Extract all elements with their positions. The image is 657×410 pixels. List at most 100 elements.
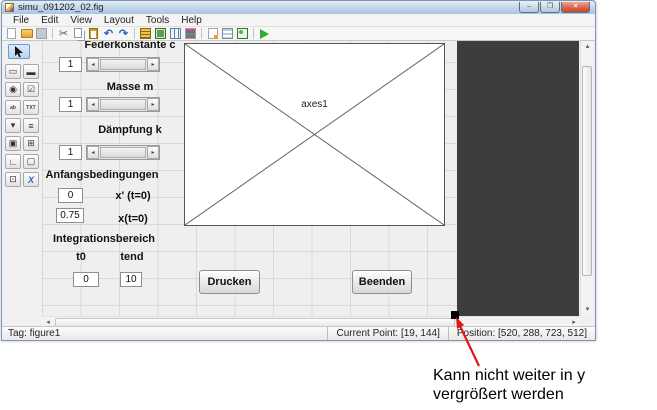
slider-thumb[interactable] — [100, 59, 146, 70]
figure-resize-handle[interactable] — [451, 311, 459, 319]
palette-radio-button-tool[interactable]: ◉ — [5, 82, 21, 97]
menu-view[interactable]: View — [64, 15, 98, 26]
palette-listbox-tool[interactable]: ≡ — [23, 118, 39, 133]
slider-right-arrow-icon[interactable]: ▸ — [147, 146, 159, 159]
slider-federkonstante[interactable]: ◂ ▸ — [86, 57, 160, 72]
palette-toggle-button-tool[interactable]: ▣ — [5, 136, 21, 151]
edit-t0[interactable] — [73, 272, 99, 287]
label-masse[interactable]: Masse m — [59, 81, 201, 93]
slider-right-arrow-icon[interactable]: ▸ — [147, 58, 159, 71]
maximize-button[interactable]: ❒ — [540, 2, 560, 13]
status-current-point: Current Point: [19, 144] — [327, 327, 447, 340]
vertical-scrollbar-thumb[interactable] — [582, 66, 592, 276]
slider-thumb[interactable] — [100, 99, 146, 110]
edit-xprime0[interactable] — [58, 188, 83, 203]
status-tag: Tag: figure1 — [2, 328, 327, 339]
redo-icon[interactable]: ↷ — [117, 28, 130, 40]
menu-help[interactable]: Help — [175, 15, 208, 26]
toolbar-separator — [253, 28, 254, 39]
edit-daempfung[interactable] — [59, 145, 82, 160]
scroll-up-icon[interactable]: ▴ — [581, 41, 594, 53]
button-group-icon: ⊡ — [9, 174, 17, 185]
slider-daempfung[interactable]: ◂ ▸ — [86, 145, 160, 160]
off-figure-area — [457, 41, 579, 316]
label-daempfung[interactable]: Dämpfung k — [59, 124, 201, 136]
menu-edit[interactable]: Edit — [35, 15, 64, 26]
scroll-down-icon[interactable]: ▾ — [581, 304, 594, 316]
label-x0[interactable]: x(t=0) — [108, 213, 158, 225]
beenden-button[interactable]: Beenden — [352, 270, 412, 294]
palette-button-group-tool[interactable]: ⊡ — [5, 172, 21, 187]
edit-federkonstante[interactable] — [59, 57, 82, 72]
menu-tools[interactable]: Tools — [140, 15, 175, 26]
label-federkonstante[interactable]: Federkonstante c — [59, 41, 201, 51]
palette-panel-tool[interactable]: ▢ — [23, 154, 39, 169]
edit-masse[interactable] — [59, 97, 82, 112]
undo-icon[interactable]: ↶ — [102, 28, 115, 40]
vertical-scrollbar[interactable]: ▴ ▾ — [580, 41, 593, 316]
label-tend[interactable]: tend — [116, 251, 148, 263]
new-figure-icon[interactable] — [5, 28, 18, 40]
slider-left-arrow-icon[interactable]: ◂ — [87, 58, 99, 71]
align-objects-icon[interactable] — [139, 28, 152, 40]
drucken-button[interactable]: Drucken — [199, 270, 260, 294]
copy-icon[interactable] — [72, 28, 85, 40]
cut-icon[interactable]: ✂ — [57, 28, 70, 40]
minimize-button[interactable]: – — [519, 2, 539, 13]
edit-tend[interactable] — [120, 272, 142, 287]
table-icon: ⊞ — [27, 138, 35, 149]
annotation-line1: Kann nicht weiter in y — [433, 366, 585, 385]
menu-file[interactable]: File — [7, 15, 35, 26]
slider-left-arrow-icon[interactable]: ◂ — [87, 98, 99, 111]
save-icon[interactable] — [35, 28, 48, 40]
tab-order-editor-icon[interactable] — [169, 28, 182, 40]
open-icon[interactable] — [20, 28, 33, 40]
object-browser-icon[interactable] — [236, 28, 249, 40]
menu-layout[interactable]: Layout — [98, 15, 140, 26]
label-integrationsbereich[interactable]: Integrationsbereich — [42, 233, 166, 245]
label-t0[interactable]: t0 — [66, 251, 96, 263]
radio-button-icon: ◉ — [9, 84, 17, 95]
toolbar-separator — [52, 28, 53, 39]
toolbar-editor-icon[interactable] — [184, 28, 197, 40]
close-button[interactable]: × — [561, 2, 590, 13]
palette-select-tool[interactable] — [8, 44, 30, 59]
toolbar: ✂ ↶ ↷ — [2, 27, 595, 41]
property-inspector-icon[interactable] — [221, 28, 234, 40]
axes-name-label: axes1 — [185, 99, 444, 110]
palette-slider-tool[interactable]: ▬ — [23, 64, 39, 79]
popup-menu-icon: ▾ — [11, 120, 16, 131]
app-icon — [5, 3, 14, 12]
palette-popup-menu-tool[interactable]: ▾ — [5, 118, 21, 133]
palette-edit-text-tool[interactable]: ab — [5, 100, 21, 115]
palette-activex-tool[interactable]: X — [23, 172, 39, 187]
label-xprime0[interactable]: x' (t=0) — [108, 190, 158, 202]
run-icon[interactable] — [258, 28, 271, 40]
paste-icon[interactable] — [87, 28, 100, 40]
toolbar-separator — [201, 28, 202, 39]
slider-thumb[interactable] — [100, 147, 146, 158]
push-button-icon: ▭ — [9, 66, 18, 77]
palette-table-tool[interactable]: ⊞ — [23, 136, 39, 151]
screenshot-root: simu_091202_02.fig – ❒ × File Edit View … — [0, 0, 657, 410]
axes-cross-icon — [185, 44, 444, 225]
slider-right-arrow-icon[interactable]: ▸ — [147, 98, 159, 111]
slider-masse[interactable]: ◂ ▸ — [86, 97, 160, 112]
axes-placeholder[interactable]: axes1 — [184, 43, 445, 226]
status-position: Position: [520, 288, 723, 512] — [448, 327, 595, 340]
mfile-editor-icon[interactable] — [206, 28, 219, 40]
palette-static-text-tool[interactable]: TXT — [23, 100, 39, 115]
slider-icon: ▬ — [27, 67, 36, 77]
window-title: simu_091202_02.fig — [18, 2, 519, 13]
slider-left-arrow-icon[interactable]: ◂ — [87, 146, 99, 159]
palette-check-box-tool[interactable]: ☑ — [23, 82, 39, 97]
toggle-button-icon: ▣ — [9, 138, 18, 149]
cursor-arrow-icon — [14, 46, 24, 58]
component-palette: ▭ ▬ ◉ ☑ ab TXT ▾ ≡ ▣ ⊞ ∟ ▢ ⊡ X — [2, 41, 42, 314]
edit-x0[interactable] — [56, 208, 84, 223]
menu-editor-icon[interactable] — [154, 28, 167, 40]
palette-axes-tool[interactable]: ∟ — [5, 154, 21, 169]
figure-canvas[interactable]: Federkonstante c ◂ ▸ Masse m ◂ ▸ Dämpfun… — [42, 41, 457, 316]
label-anfangsbedingungen[interactable]: Anfangsbedingungen — [42, 169, 162, 181]
palette-push-button-tool[interactable]: ▭ — [5, 64, 21, 79]
